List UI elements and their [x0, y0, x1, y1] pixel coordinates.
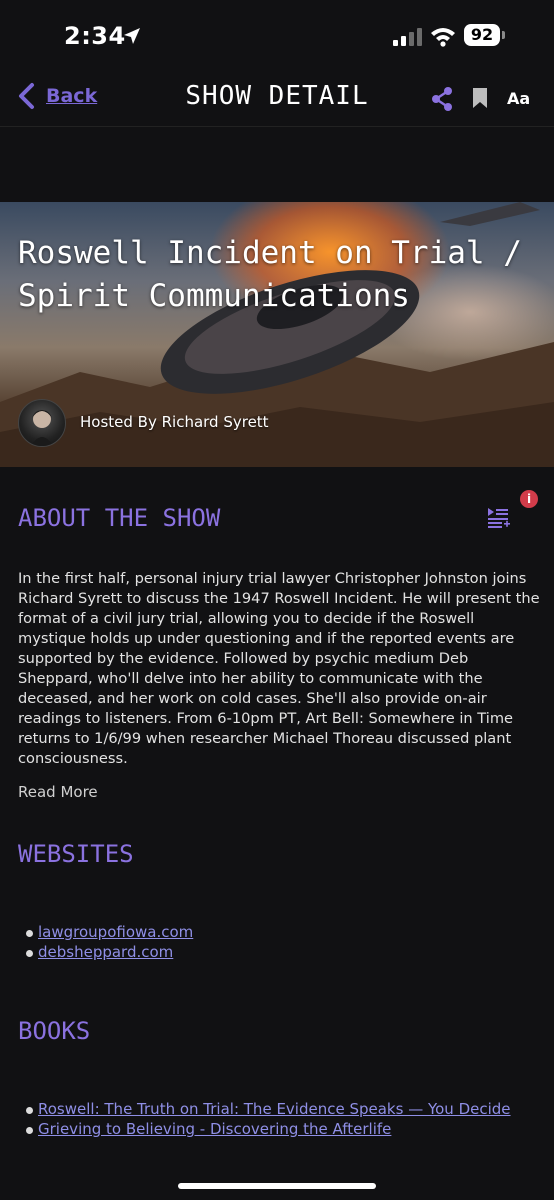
text-size-button[interactable]: Aa — [507, 89, 530, 108]
page-title: SHOW DETAIL — [185, 81, 369, 111]
location-arrow-icon — [124, 28, 140, 44]
book-link[interactable]: Roswell: The Truth on Trial: The Evidenc… — [38, 1100, 511, 1118]
share-icon[interactable] — [431, 87, 453, 111]
list-item: lawgroupofiowa.com — [24, 922, 193, 942]
list-item: Grieving to Believing - Discovering the … — [24, 1119, 511, 1139]
info-icon[interactable]: i — [520, 490, 538, 508]
signal-icon — [393, 28, 422, 46]
battery-level: 92 — [464, 24, 500, 46]
home-indicator[interactable] — [178, 1183, 376, 1189]
show-description: In the first half, personal injury trial… — [18, 570, 540, 767]
list-item: debsheppard.com — [24, 942, 193, 962]
read-more-link[interactable]: Read More — [18, 783, 98, 801]
status-bar: 2:34 92 — [0, 0, 554, 70]
website-link[interactable]: debsheppard.com — [38, 943, 173, 961]
show-hero-image: Roswell Incident on Trial / Spirit Commu… — [0, 202, 554, 467]
list-item: Roswell: The Truth on Trial: The Evidenc… — [24, 1099, 511, 1119]
playlist-add-icon[interactable] — [486, 506, 510, 530]
battery-icon: 92 — [464, 24, 508, 48]
about-heading: ABOUT THE SHOW — [18, 504, 221, 532]
bookmark-icon[interactable] — [472, 87, 488, 109]
status-time: 2:34 — [64, 22, 126, 50]
books-list: Roswell: The Truth on Trial: The Evidenc… — [24, 1099, 511, 1139]
wifi-icon — [431, 28, 455, 47]
host-avatar[interactable] — [18, 399, 66, 447]
host-line[interactable]: Hosted By Richard Syrett — [80, 413, 269, 431]
websites-heading: WEBSITES — [18, 840, 134, 868]
book-link[interactable]: Grieving to Believing - Discovering the … — [38, 1120, 391, 1138]
show-title: Roswell Incident on Trial / Spirit Commu… — [18, 235, 522, 314]
nav-bar: Back SHOW DETAIL Aa — [0, 70, 554, 127]
websites-list: lawgroupofiowa.com debsheppard.com — [24, 922, 193, 962]
books-heading: BOOKS — [18, 1017, 91, 1045]
website-link[interactable]: lawgroupofiowa.com — [38, 923, 193, 941]
